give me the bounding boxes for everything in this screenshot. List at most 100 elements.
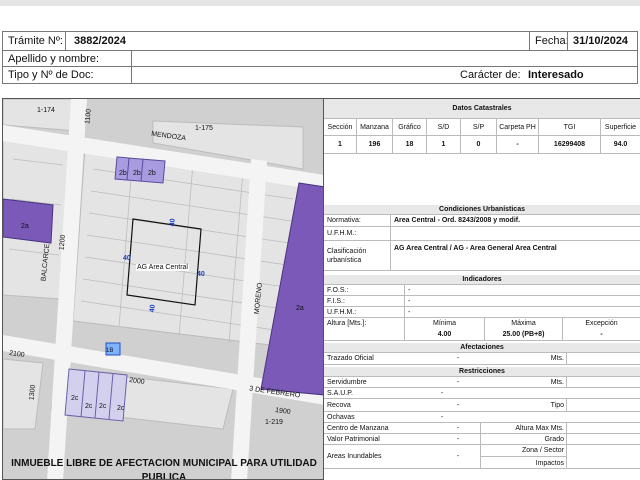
altura-value-row: 4.00 25.00 (PB+8) - bbox=[324, 329, 640, 341]
restricciones-title-row: Restricciones bbox=[324, 367, 640, 377]
dimension-label: 40 bbox=[123, 255, 131, 262]
top-band bbox=[0, 0, 640, 6]
ochavas-value: - bbox=[440, 413, 444, 421]
indicadores-title-row: Indicadores bbox=[324, 275, 640, 285]
zone-label: 2b bbox=[119, 170, 127, 177]
recova-label: Recova bbox=[327, 401, 351, 409]
servidumbre-row: Servidumbre - Mts. bbox=[324, 377, 640, 388]
zone-label: 2c bbox=[117, 405, 125, 412]
recova-row: Recova - Tipo bbox=[324, 399, 640, 412]
map-footer-text: INMUEBLE LIBRE DE AFECTACION MUNICIPAL P… bbox=[11, 458, 317, 480]
section-title: Indicadores bbox=[324, 275, 640, 284]
header-sp: S/P bbox=[460, 119, 496, 135]
zone-label: 2a bbox=[21, 223, 29, 230]
saup-value: - bbox=[440, 389, 444, 397]
block-number: 1-219 bbox=[265, 419, 283, 426]
afectaciones-title-row: Afectaciones bbox=[324, 343, 640, 353]
header-superficie: Superficie bbox=[600, 119, 640, 135]
tipo-doc-label: Tipo y Nº de Doc: bbox=[8, 69, 94, 81]
recova-tipo-label: Tipo bbox=[550, 401, 564, 409]
ochavas-row: Ochavas - bbox=[324, 412, 640, 423]
trazado-value: - bbox=[456, 355, 460, 362]
areas-inundables-value: - bbox=[456, 453, 460, 460]
apellido-value bbox=[131, 51, 639, 66]
fos-label: F.O.S.: bbox=[327, 286, 349, 294]
value-manzana: 196 bbox=[356, 136, 392, 153]
fecha-label: Fecha: bbox=[529, 32, 569, 50]
servidumbre-value: - bbox=[456, 378, 460, 386]
recova-tipo-value bbox=[566, 399, 640, 411]
servidumbre-label: Servidumbre bbox=[327, 378, 367, 386]
catastro-title-row: Datos Catastrales bbox=[324, 99, 640, 119]
value-tgi: 16299408 bbox=[538, 136, 600, 153]
tipo-doc-value bbox=[131, 67, 449, 83]
trazado-mts-label: Mts. bbox=[550, 355, 564, 362]
fis-value: - bbox=[404, 296, 640, 306]
zona-impactos-value bbox=[566, 445, 640, 468]
altura-label: Altura [Mts.]: bbox=[327, 320, 367, 327]
value-sp: 0 bbox=[460, 136, 496, 153]
grado-value bbox=[566, 434, 640, 444]
value-seccion: 1 bbox=[338, 141, 342, 148]
dimension-label: 40 bbox=[169, 218, 177, 227]
centro-manzana-row: Centro de Manzana - Altura Max Mts. bbox=[324, 423, 640, 434]
catastro-header-row: Sección Manzana Gráfico S/D S/P Carpeta … bbox=[324, 119, 640, 136]
header-sd: S/D bbox=[426, 119, 460, 135]
centro-manzana-label: Centro de Manzana bbox=[327, 424, 389, 432]
apellido-label: Apellido y nombre: bbox=[8, 52, 100, 65]
maxima-label: Máxima bbox=[484, 318, 562, 329]
fos-row: F.O.S.: - bbox=[324, 285, 640, 296]
minima-value: 4.00 bbox=[404, 329, 484, 340]
data-panel: Datos Catastrales Sección Manzana Gráfic… bbox=[324, 98, 640, 480]
normativa-row: Normativa: Area Central - Ord. 8243/2008… bbox=[324, 215, 640, 227]
block-number: 1-175 bbox=[195, 125, 213, 132]
altura-header-row: Altura [Mts.]: Mínima Máxima Excepción bbox=[324, 318, 640, 329]
trazado-mts-value bbox=[566, 353, 640, 364]
clasificacion-label-line2: urbanística bbox=[327, 256, 362, 264]
normativa-label: Normativa: bbox=[327, 217, 361, 224]
apellido-row: Apellido y nombre: bbox=[2, 50, 638, 67]
ufhm-indicador-label: U.F.H.M.: bbox=[327, 308, 357, 316]
zone-label: 2a bbox=[296, 305, 304, 312]
block-number: 1-174 bbox=[37, 107, 55, 114]
fis-label: F.I.S.: bbox=[327, 297, 345, 305]
header-grafico: Gráfico bbox=[392, 119, 426, 135]
clasificacion-value: AG Area Central / AG - Area General Area… bbox=[390, 241, 640, 270]
header-seccion: Sección bbox=[327, 123, 353, 131]
caracter-label: Carácter de: bbox=[460, 69, 521, 81]
zone-label: 2b bbox=[133, 170, 141, 177]
trazado-label: Trazado Oficial bbox=[327, 355, 374, 362]
normativa-value: Area Central - Ord. 8243/2008 y modif. bbox=[390, 215, 640, 226]
valor-patrimonial-value: - bbox=[456, 435, 460, 443]
centro-manzana-value: - bbox=[456, 424, 460, 432]
header-tgi: TGI bbox=[538, 119, 600, 135]
saup-label: S.A.U.P. bbox=[327, 389, 353, 397]
ufhm-row: U.F.H.M.: bbox=[324, 227, 640, 241]
tramite-value: 3882/2024 bbox=[65, 32, 529, 50]
catastro-value-row: 1 196 18 1 0 - 16299408 94.0 bbox=[324, 136, 640, 154]
areas-inundables-row: Areas Inundables - Zona / Sector Impacto… bbox=[324, 445, 640, 469]
value-carpeta: - bbox=[496, 136, 538, 153]
valor-patrimonial-label: Valor Patrimonial bbox=[327, 435, 380, 443]
value-grafico: 18 bbox=[392, 136, 426, 153]
servidumbre-unit: Mts. bbox=[550, 378, 564, 386]
ufhm-indicador-row: U.F.H.M.: - bbox=[324, 307, 640, 318]
fis-row: F.I.S.: - bbox=[324, 296, 640, 307]
header-carpeta: Carpeta PH bbox=[496, 119, 538, 135]
areas-inundables-label: Areas Inundables bbox=[327, 453, 382, 460]
tramite-label: Trámite Nº: bbox=[8, 35, 63, 47]
clasificacion-label: Clasificación urbanística bbox=[327, 241, 389, 270]
impactos-label: Impactos bbox=[480, 457, 566, 469]
fecha-value: 31/10/2024 bbox=[567, 32, 639, 50]
tramite-row: Trámite Nº: 3882/2024 Fecha: 31/10/2024 bbox=[2, 31, 638, 51]
trazado-row: Trazado Oficial - Mts. bbox=[324, 353, 640, 365]
urbanisticas-title-row: Condiciones Urbanísticas bbox=[324, 205, 640, 215]
header-manzana: Manzana bbox=[356, 119, 392, 135]
zone-label: 1B bbox=[106, 348, 114, 354]
zone-label: 2c bbox=[71, 395, 79, 402]
ochavas-label: Ochavas bbox=[327, 413, 355, 421]
valor-patrimonial-row: Valor Patrimonial - Grado bbox=[324, 434, 640, 445]
cadastral-map: MENDOZA BALCARCE MORENO 3 DE FEBRERO 200… bbox=[2, 98, 324, 480]
ufhm-indicador-value: - bbox=[404, 307, 640, 317]
value-sd: 1 bbox=[426, 136, 460, 153]
